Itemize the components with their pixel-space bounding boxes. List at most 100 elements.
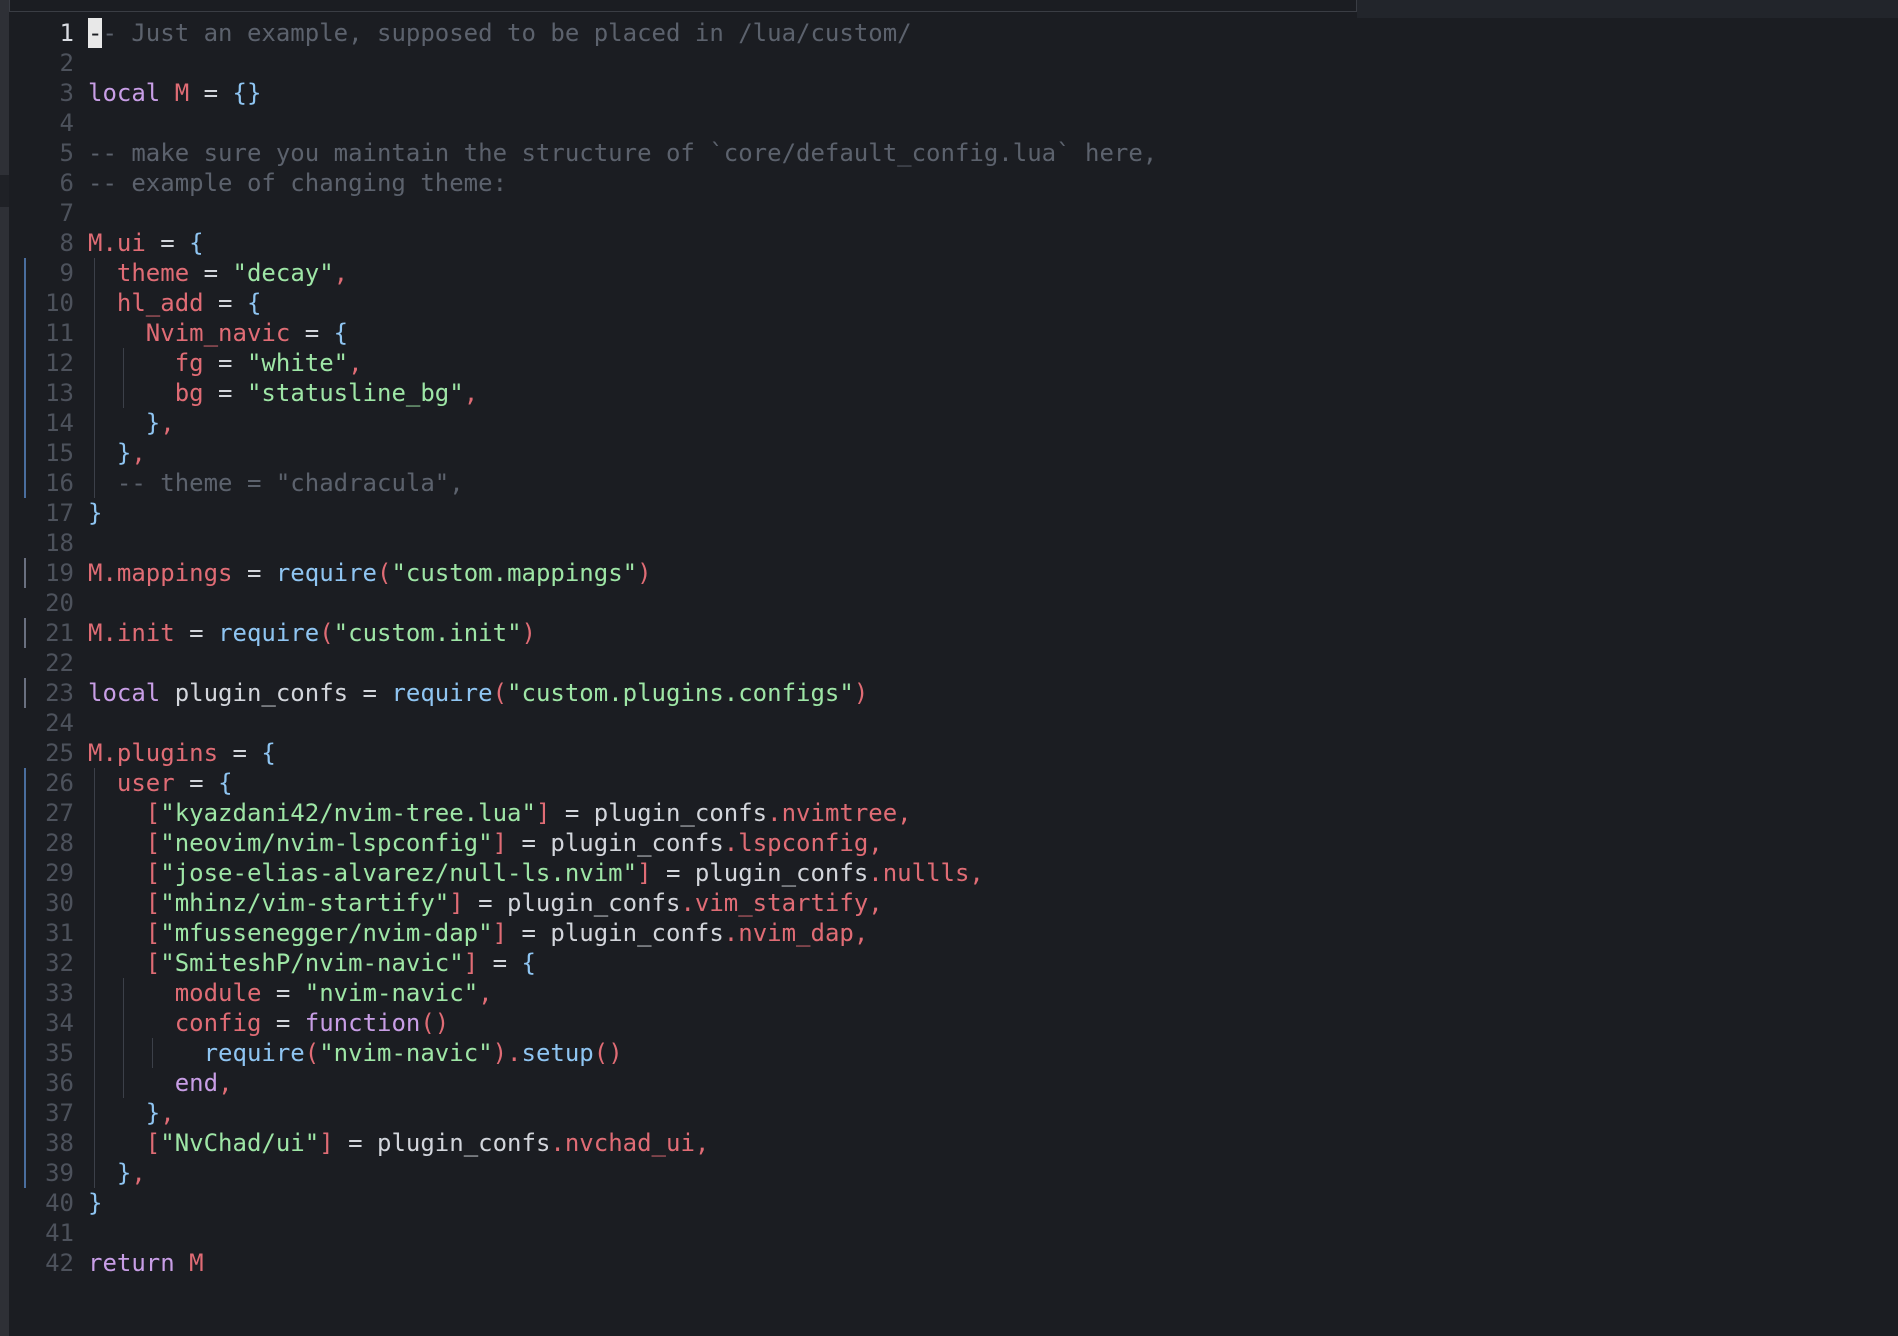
- token-variable: (): [593, 1039, 623, 1067]
- token-default: [88, 889, 146, 917]
- token-default: = plugin_confs: [550, 799, 768, 827]
- line-text[interactable]: module = "nvim-navic",: [88, 978, 493, 1008]
- line-number: 4: [59, 109, 74, 137]
- git-sign: [24, 378, 26, 408]
- token-default: =: [203, 289, 247, 317]
- token-keyword: end: [174, 1069, 219, 1097]
- line-text[interactable]: },: [88, 1158, 146, 1188]
- token-variable: ]: [492, 829, 508, 857]
- line-text[interactable]: -- Just an example, supposed to be place…: [88, 18, 912, 48]
- token-default: [88, 319, 146, 347]
- token-brace: }: [116, 1159, 132, 1187]
- token-default: =: [189, 79, 233, 107]
- token-brace: {: [246, 289, 262, 317]
- line-number: 41: [45, 1219, 74, 1247]
- token-default: =: [203, 349, 247, 377]
- token-variable: bg: [174, 379, 204, 407]
- line-text[interactable]: M.ui = {: [88, 228, 204, 258]
- git-sign: [24, 348, 26, 378]
- line-text[interactable]: M.init = require("custom.init"): [88, 618, 536, 648]
- line-number: 14: [45, 409, 74, 437]
- line-text[interactable]: hl_add = {: [88, 288, 262, 318]
- line-number: 6: [59, 169, 74, 197]
- token-keyword: local: [88, 679, 161, 707]
- token-default: [88, 1099, 146, 1127]
- token-default: =: [232, 559, 276, 587]
- token-variable: ).: [492, 1039, 522, 1067]
- token-default: [88, 469, 117, 497]
- git-sign: [24, 1038, 26, 1068]
- token-string: "custom.plugins.configs": [507, 679, 854, 707]
- token-brace: }: [116, 439, 132, 467]
- token-default: =: [174, 619, 219, 647]
- line-text[interactable]: ["kyazdani42/nvim-tree.lua"] = plugin_co…: [88, 798, 912, 828]
- git-sign: [24, 918, 26, 948]
- line-number: 2: [59, 49, 74, 77]
- token-default: = plugin_confs: [507, 829, 724, 857]
- token-default: [88, 1159, 117, 1187]
- floating-window-border: [9, 0, 1357, 12]
- token-variable: config: [174, 1009, 262, 1037]
- line-text[interactable]: end,: [88, 1068, 233, 1098]
- line-text[interactable]: bg = "statusline_bg",: [88, 378, 478, 408]
- line-text[interactable]: M.mappings = require("custom.mappings"): [88, 558, 652, 588]
- line-text[interactable]: -- make sure you maintain the structure …: [88, 138, 1157, 168]
- line-text[interactable]: return M: [88, 1248, 204, 1278]
- line-text[interactable]: ["mhinz/vim-startify"] = plugin_confs.vi…: [88, 888, 883, 918]
- token-variable: fg: [174, 349, 204, 377]
- line-text[interactable]: M.plugins = {: [88, 738, 276, 768]
- token-comment: -- theme = "chadracula",: [116, 469, 464, 497]
- token-default: [88, 289, 117, 317]
- line-text[interactable]: theme = "decay",: [88, 258, 348, 288]
- text-cursor: -: [88, 18, 103, 48]
- token-default: =: [174, 769, 219, 797]
- line-text[interactable]: fg = "white",: [88, 348, 363, 378]
- line-number: 35: [45, 1039, 74, 1067]
- git-sign: [24, 468, 26, 498]
- line-text[interactable]: local plugin_confs = require("custom.plu…: [88, 678, 868, 708]
- token-variable: .nvim_dap,: [723, 919, 869, 947]
- token-keyword: function: [304, 1009, 421, 1037]
- token-variable: ]: [637, 859, 652, 887]
- line-text[interactable]: Nvim_navic = {: [88, 318, 348, 348]
- line-text[interactable]: },: [88, 1098, 175, 1128]
- line-text[interactable]: ["SmiteshP/nvim-navic"] = {: [88, 948, 536, 978]
- line-number: 29: [45, 859, 74, 887]
- line-text[interactable]: },: [88, 408, 175, 438]
- token-variable: ,: [131, 439, 146, 467]
- token-variable: hl_add: [116, 289, 204, 317]
- token-default: [88, 919, 146, 947]
- token-variable: [: [145, 889, 161, 917]
- line-number: 3: [59, 79, 74, 107]
- line-text[interactable]: -- theme = "chadracula",: [88, 468, 464, 498]
- line-text[interactable]: ["NvChad/ui"] = plugin_confs.nvchad_ui,: [88, 1128, 710, 1158]
- token-string: "neovim/nvim-lspconfig": [160, 829, 493, 857]
- token-string: "custom.init": [333, 619, 522, 647]
- token-brace: {: [218, 769, 233, 797]
- line-text[interactable]: config = function(): [88, 1008, 450, 1038]
- line-text[interactable]: },: [88, 438, 146, 468]
- token-variable: M.ui: [88, 229, 146, 257]
- code-editor[interactable]: 1 -- Just an example, supposed to be plac…: [0, 0, 1898, 1336]
- line-text[interactable]: local M = {}: [88, 78, 261, 108]
- token-string: "mhinz/vim-startify": [160, 889, 450, 917]
- token-default: [88, 1039, 204, 1067]
- line-text[interactable]: }: [88, 498, 102, 528]
- line-text[interactable]: user = {: [88, 768, 233, 798]
- line-text[interactable]: -- example of changing theme:: [88, 168, 507, 198]
- token-comment: -- example of changing theme:: [88, 169, 508, 197]
- token-brace: }: [145, 409, 161, 437]
- line-text[interactable]: ["neovim/nvim-lspconfig"] = plugin_confs…: [88, 828, 883, 858]
- line-text[interactable]: }: [88, 1188, 102, 1218]
- token-variable: ): [853, 679, 869, 707]
- token-string: "SmiteshP/nvim-navic": [160, 949, 464, 977]
- git-sign: [24, 618, 26, 648]
- token-variable: ,: [160, 1099, 175, 1127]
- token-variable: Nvim_navic: [145, 319, 291, 347]
- line-text[interactable]: require("nvim-navic").setup(): [88, 1038, 623, 1068]
- line-number: 25: [45, 739, 74, 767]
- line-number: 42: [45, 1249, 74, 1277]
- line-text[interactable]: ["jose-elias-alvarez/null-ls.nvim"] = pl…: [88, 858, 984, 888]
- git-sign: [24, 888, 26, 918]
- line-text[interactable]: ["mfussenegger/nvim-dap"] = plugin_confs…: [88, 918, 869, 948]
